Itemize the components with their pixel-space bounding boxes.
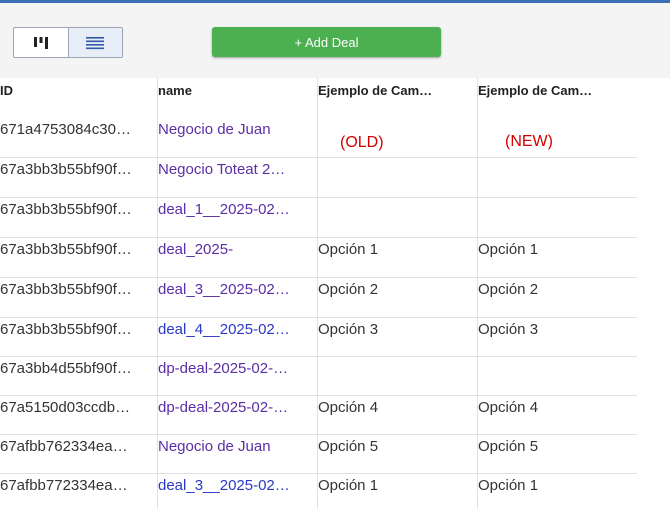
deals-table: ID name Ejemplo de Cam… Ejemplo de Cam… … — [0, 78, 670, 509]
table-row[interactable]: 67a3bb4d55bf90f… dp-deal-2025-02-… — [0, 357, 637, 396]
cell-id: 67a3bb3b55bf90f… — [0, 241, 132, 258]
old-annotation: (OLD) — [340, 134, 384, 151]
cell-name-link[interactable]: deal_4__2025-02… — [158, 318, 304, 356]
cell-old-field: Opción 5 — [318, 438, 379, 455]
column-header-new-field[interactable]: Ejemplo de Cam… — [478, 78, 618, 118]
cell-new-field — [478, 357, 628, 395]
cell-name-link[interactable]: deal_3__2025-02… — [158, 278, 304, 317]
cell-new-field: Opción 3 — [478, 321, 539, 338]
table-row[interactable]: 67a5150d03ccdb… dp-deal-2025-02-… Opción… — [0, 396, 637, 435]
table-row[interactable]: 67afbb762334ea… Negocio de Juan Opción 5… — [0, 435, 637, 474]
cell-id: 67a3bb3b55bf90f… — [0, 161, 132, 178]
cell-new-field: Opción 4 — [478, 399, 539, 416]
cell-old-field — [318, 357, 468, 395]
cell-id: 67a3bb3b55bf90f… — [0, 201, 132, 218]
table-row[interactable]: 67afbb772334ea… deal_3__2025-02… Opción … — [0, 474, 637, 509]
cell-new-field: Opción 1 — [478, 477, 539, 494]
cell-old-field — [318, 198, 468, 237]
cell-id: 671a4753084c30… — [0, 121, 131, 138]
add-deal-button[interactable]: + Add Deal — [212, 27, 441, 57]
cell-old-field: Opción 2 — [318, 281, 379, 298]
cell-old-field: Opción 4 — [318, 399, 379, 416]
table-row[interactable]: 67a3bb3b55bf90f… Negocio Toteat 2… — [0, 158, 637, 198]
list-view-button[interactable] — [67, 28, 122, 57]
table-row[interactable]: 67a3bb3b55bf90f… deal_1__2025-02… — [0, 198, 637, 238]
cell-old-field: Opción 3 — [318, 321, 379, 338]
column-header-id[interactable]: ID — [0, 78, 150, 118]
cell-name-link[interactable]: deal_3__2025-02… — [158, 474, 304, 509]
cell-id: 67a3bb4d55bf90f… — [0, 360, 132, 377]
toolbar: + Add Deal — [0, 3, 670, 78]
cell-new-field — [478, 158, 628, 197]
cell-name-link[interactable]: deal_2025- — [158, 238, 304, 277]
table-row[interactable]: 67a3bb3b55bf90f… deal_3__2025-02… Opción… — [0, 278, 637, 318]
cell-new-field: Opción 5 — [478, 438, 539, 455]
column-header-old-field[interactable]: Ejemplo de Cam… — [318, 78, 458, 118]
cell-name-link[interactable]: Negocio Toteat 2… — [158, 158, 304, 197]
table-row[interactable]: 67a3bb3b55bf90f… deal_2025- Opción 1 Opc… — [0, 238, 637, 278]
table-row[interactable]: 67a3bb3b55bf90f… deal_4__2025-02… Opción… — [0, 318, 637, 357]
new-annotation: (NEW) — [505, 133, 553, 150]
cell-name-link[interactable]: dp-deal-2025-02-… — [158, 396, 304, 434]
cell-name-link[interactable]: deal_1__2025-02… — [158, 198, 304, 237]
cell-new-field: Opción 2 — [478, 281, 539, 298]
cell-id: 67afbb762334ea… — [0, 438, 128, 455]
kanban-view-button[interactable] — [14, 28, 68, 57]
view-toggle — [13, 27, 123, 58]
cell-old-field: Opción 1 — [318, 241, 379, 258]
cell-id: 67a5150d03ccdb… — [0, 399, 131, 416]
cell-new-field — [478, 198, 628, 237]
cell-name-link[interactable]: Negocio de Juan — [158, 118, 304, 157]
list-icon — [86, 36, 105, 49]
cell-old-field — [318, 158, 468, 197]
cell-id: 67a3bb3b55bf90f… — [0, 321, 132, 338]
column-header-name[interactable]: name — [158, 78, 308, 118]
cell-new-field: Opción 1 — [478, 241, 539, 258]
cell-name-link[interactable]: dp-deal-2025-02-… — [158, 357, 304, 395]
cell-name-link[interactable]: Negocio de Juan — [158, 435, 304, 473]
cell-id: 67afbb772334ea… — [0, 477, 128, 494]
kanban-icon — [33, 36, 48, 49]
cell-new-field — [478, 118, 628, 157]
cell-id: 67a3bb3b55bf90f… — [0, 281, 132, 298]
cell-old-field: Opción 1 — [318, 477, 379, 494]
